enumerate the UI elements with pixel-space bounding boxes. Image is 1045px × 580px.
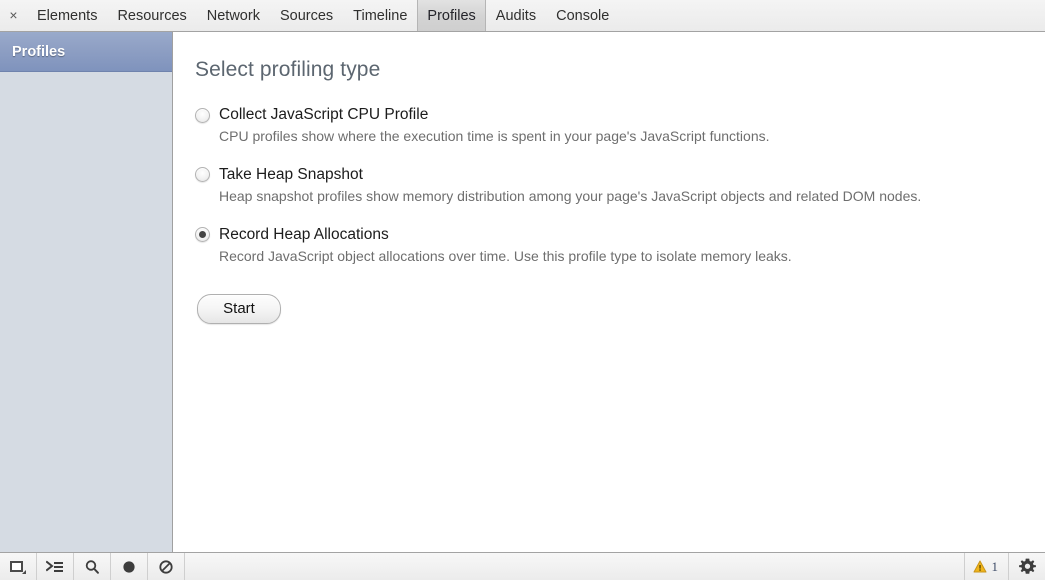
record-button[interactable] <box>111 553 148 580</box>
page-title: Select profiling type <box>195 58 1045 82</box>
radio-collect-cpu-profile[interactable] <box>195 108 210 123</box>
radio-record-heap-allocations[interactable] <box>195 227 210 242</box>
start-button[interactable]: Start <box>197 294 281 324</box>
tab-console[interactable]: Console <box>546 0 619 31</box>
option-row-heap-snapshot[interactable]: Take Heap Snapshot <box>195 166 1025 184</box>
settings-button[interactable] <box>1008 553 1045 580</box>
option-description-heap-allocations: Record JavaScript object allocations ove… <box>219 247 1009 267</box>
tab-resources[interactable]: Resources <box>107 0 196 31</box>
close-icon[interactable]: × <box>0 0 27 31</box>
sidebar: Profiles <box>0 32 173 552</box>
clear-slash-icon <box>158 559 174 575</box>
main-content: Select profiling type Collect JavaScript… <box>173 32 1045 552</box>
gear-icon <box>1019 558 1036 575</box>
dock-position-button[interactable] <box>0 553 37 580</box>
record-circle-icon <box>121 559 137 575</box>
show-drawer-button[interactable] <box>37 553 74 580</box>
sidebar-item-profiles[interactable]: Profiles <box>0 32 172 72</box>
status-bar-right: 1 <box>964 553 1045 580</box>
option-label-heap-snapshot: Take Heap Snapshot <box>219 166 363 184</box>
clear-button[interactable] <box>148 553 185 580</box>
warning-count-label: 1 <box>992 559 999 575</box>
option-row-cpu[interactable]: Collect JavaScript CPU Profile <box>195 106 1025 124</box>
profile-option-cpu: Collect JavaScript CPU Profile CPU profi… <box>195 106 1025 147</box>
console-drawer-icon <box>46 560 64 574</box>
tab-audits[interactable]: Audits <box>486 0 546 31</box>
option-description-heap-snapshot: Heap snapshot profiles show memory distr… <box>219 187 1009 207</box>
option-label-cpu: Collect JavaScript CPU Profile <box>219 106 428 124</box>
status-bar-left <box>0 553 185 580</box>
option-row-heap-allocations[interactable]: Record Heap Allocations <box>195 226 1025 244</box>
search-icon <box>84 559 100 575</box>
search-button[interactable] <box>74 553 111 580</box>
tab-profiles[interactable]: Profiles <box>417 0 485 31</box>
tab-elements[interactable]: Elements <box>27 0 107 31</box>
body-area: Profiles Select profiling type Collect J… <box>0 32 1045 552</box>
profile-option-heap-snapshot: Take Heap Snapshot Heap snapshot profile… <box>195 166 1025 207</box>
sidebar-item-label: Profiles <box>12 44 65 60</box>
status-bar: 1 <box>0 552 1045 580</box>
tab-sources[interactable]: Sources <box>270 0 343 31</box>
option-label-heap-allocations: Record Heap Allocations <box>219 226 389 244</box>
dock-panel-icon <box>9 559 27 575</box>
warning-triangle-icon <box>973 560 987 573</box>
tab-list: Elements Resources Network Sources Timel… <box>27 0 619 31</box>
tab-timeline[interactable]: Timeline <box>343 0 417 31</box>
tab-bar: × Elements Resources Network Sources Tim… <box>0 0 1045 32</box>
tab-network[interactable]: Network <box>197 0 270 31</box>
option-description-cpu: CPU profiles show where the execution ti… <box>219 127 1009 147</box>
devtools-window: × Elements Resources Network Sources Tim… <box>0 0 1045 580</box>
radio-take-heap-snapshot[interactable] <box>195 167 210 182</box>
profile-option-heap-allocations: Record Heap Allocations Record JavaScrip… <box>195 226 1025 267</box>
warning-count-button[interactable]: 1 <box>964 553 1009 580</box>
